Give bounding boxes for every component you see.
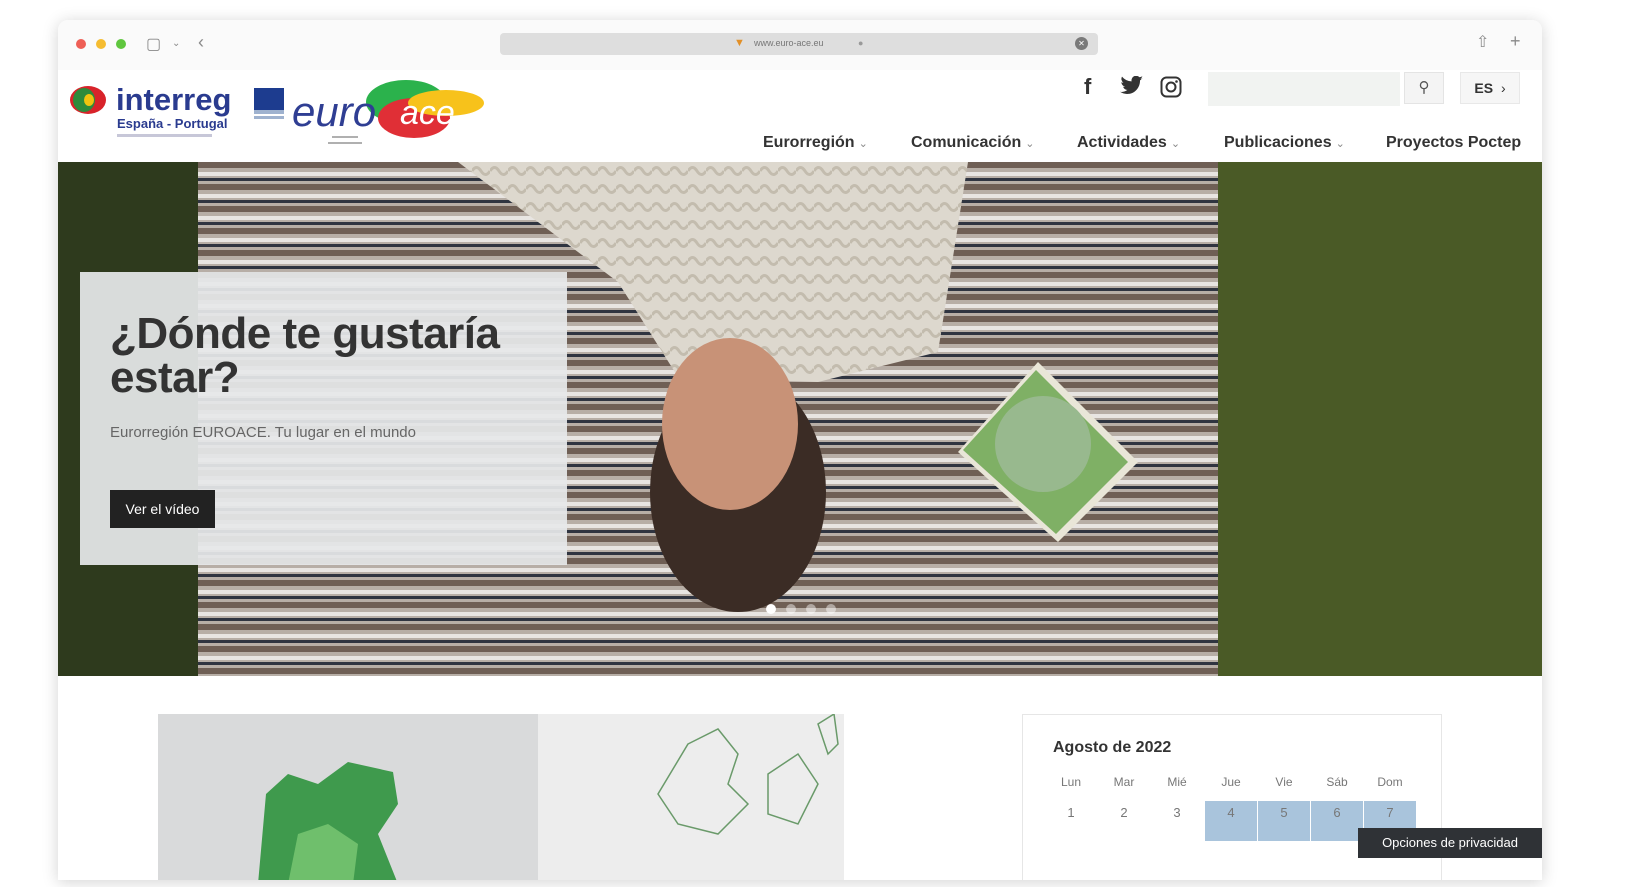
- hero-subtitle: Eurorregión EUROACE. Tu lugar en el mund…: [110, 424, 416, 441]
- interreg-logo[interactable]: interreg España - Portugal: [70, 82, 270, 155]
- slide-dot-1[interactable]: [766, 604, 776, 614]
- minimize-window-button[interactable]: [96, 39, 106, 49]
- back-icon[interactable]: ‹: [198, 32, 204, 53]
- interreg-logo-image: interreg España - Portugal: [70, 82, 231, 137]
- svg-text:España - Portugal: España - Portugal: [117, 116, 228, 131]
- hero-title: ¿Dónde te gustaría estar?: [110, 309, 500, 402]
- facebook-icon[interactable]: f: [1084, 74, 1091, 100]
- nav-proyectos-poctep[interactable]: Proyectos Poctep: [1386, 134, 1521, 152]
- sidebar-icon[interactable]: ▢: [146, 34, 161, 54]
- nav-actividades[interactable]: Actividades ⌄: [1077, 134, 1180, 152]
- search-input[interactable]: [1208, 72, 1400, 106]
- map-image: [158, 714, 844, 880]
- nav-eurorregion[interactable]: Eurorregión ⌄: [763, 134, 868, 152]
- chevron-down-icon: ⌄: [1025, 138, 1035, 150]
- calendar-title: Agosto de 2022: [1053, 739, 1172, 756]
- svg-text:euro: euro: [292, 88, 376, 135]
- search-button[interactable]: ⚲: [1404, 72, 1444, 104]
- nav-label: Proyectos Poctep: [1386, 134, 1522, 151]
- weekday-label: Jue: [1221, 775, 1241, 789]
- chevron-down-icon: ⌄: [1170, 138, 1181, 150]
- calendar-day[interactable]: 1: [1045, 801, 1097, 841]
- reload-icon[interactable]: ✕: [1075, 37, 1088, 50]
- nav-label: Comunicación: [911, 134, 1022, 151]
- svg-text:ace: ace: [400, 94, 455, 132]
- slide-dot-2[interactable]: [786, 604, 796, 614]
- twitter-icon[interactable]: [1120, 75, 1144, 102]
- new-tab-icon[interactable]: +: [1510, 31, 1521, 52]
- address-bar[interactable]: ▼ www.euro-ace.eu ● ✕: [500, 33, 1098, 55]
- language-label: ES: [1474, 80, 1494, 96]
- weekday-label: Vie: [1275, 775, 1293, 789]
- language-selector[interactable]: ES ›: [1460, 72, 1520, 104]
- chevron-right-icon: ›: [1500, 80, 1506, 96]
- euroace-logo-image: euro ace: [254, 80, 484, 144]
- chevron-down-icon[interactable]: ⌄: [172, 38, 180, 49]
- watch-video-button[interactable]: Ver el vídeo: [110, 490, 215, 528]
- nav-publicaciones[interactable]: Publicaciones ⌄: [1224, 134, 1345, 152]
- euroregion-map[interactable]: [158, 714, 844, 880]
- weekday-label: Mar: [1113, 775, 1135, 789]
- browser-window: ▢ ⌄ ‹ ▼ www.euro-ace.eu ● ✕ ⇧ + interreg…: [58, 20, 1542, 880]
- slide-dot-4[interactable]: [826, 604, 836, 614]
- share-icon[interactable]: ⇧: [1476, 32, 1489, 52]
- weekday-label: Sáb: [1326, 775, 1348, 789]
- instagram-icon[interactable]: [1160, 76, 1182, 104]
- browser-toolbar: ▢ ⌄ ‹ ▼ www.euro-ace.eu ● ✕ ⇧ +: [58, 20, 1542, 70]
- weekday-label: Lun: [1060, 775, 1082, 789]
- calendar-day[interactable]: 2: [1098, 801, 1150, 841]
- weekday-label: Dom: [1377, 775, 1403, 789]
- nav-label: Actividades: [1077, 134, 1167, 151]
- euroace-logo[interactable]: euro ace: [254, 80, 494, 159]
- calendar-day[interactable]: 3: [1151, 801, 1203, 841]
- svg-text:interreg: interreg: [116, 82, 231, 117]
- calendar-day-event[interactable]: 6: [1311, 801, 1363, 841]
- search-icon: ⚲: [1418, 79, 1430, 96]
- zoom-window-button[interactable]: [116, 39, 126, 49]
- chevron-down-icon: ⌄: [858, 138, 868, 150]
- weekday-label: Mié: [1167, 775, 1187, 789]
- lock-icon: ●: [858, 38, 864, 48]
- slide-dot-3[interactable]: [806, 604, 816, 614]
- site-favicon-icon: ▼: [734, 37, 745, 49]
- nav-label: Publicaciones: [1224, 134, 1332, 151]
- calendar-day-event[interactable]: 4: [1205, 801, 1257, 841]
- privacy-options-button[interactable]: Opciones de privacidad: [1358, 828, 1542, 858]
- hero-slider: ¿Dónde te gustaría estar? Eurorregión EU…: [58, 162, 1542, 676]
- nav-label: Eurorregión: [763, 134, 855, 151]
- calendar-day-event[interactable]: 5: [1258, 801, 1310, 841]
- hero-card: ¿Dónde te gustaría estar? Eurorregión EU…: [80, 272, 567, 565]
- close-window-button[interactable]: [76, 39, 86, 49]
- nav-comunicacion[interactable]: Comunicación ⌄: [911, 134, 1034, 152]
- chevron-down-icon: ⌄: [1335, 138, 1345, 150]
- url-text: www.euro-ace.eu: [754, 38, 824, 48]
